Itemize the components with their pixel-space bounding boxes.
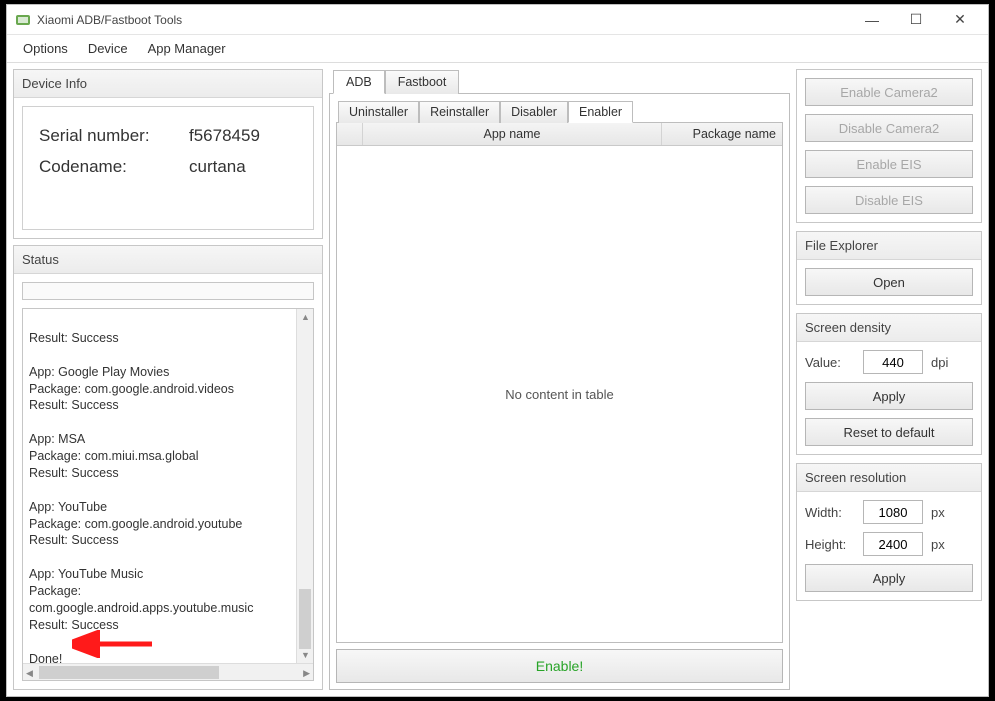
col-package-name[interactable]: Package name (662, 123, 782, 145)
log-scrollbar-vertical[interactable] (296, 309, 313, 663)
codename-value: curtana (189, 152, 246, 183)
tab-disabler[interactable]: Disabler (500, 101, 568, 123)
screen-resolution-panel: Screen resolution Width: px Height: px A… (796, 463, 982, 601)
close-button[interactable]: ✕ (938, 6, 982, 34)
tab-reinstaller[interactable]: Reinstaller (419, 101, 500, 123)
tab-adb[interactable]: ADB (333, 70, 385, 94)
status-log[interactable]: Result: Success App: Google Play Movies … (22, 308, 314, 681)
log-scrollbar-horizontal[interactable] (23, 663, 313, 680)
enable-camera2-button[interactable]: Enable Camera2 (805, 78, 973, 106)
tab-uninstaller[interactable]: Uninstaller (338, 101, 419, 123)
maximize-button[interactable]: ☐ (894, 6, 938, 34)
resolution-apply-button[interactable]: Apply (805, 564, 973, 592)
disable-eis-button[interactable]: Disable EIS (805, 186, 973, 214)
resolution-height-unit: px (931, 537, 945, 552)
title-bar: Xiaomi ADB/Fastboot Tools — ☐ ✕ (7, 5, 988, 35)
device-info-header: Device Info (14, 70, 322, 98)
density-value-label: Value: (805, 355, 855, 370)
enable-eis-button[interactable]: Enable EIS (805, 150, 973, 178)
density-reset-button[interactable]: Reset to default (805, 418, 973, 446)
col-app-name[interactable]: App name (363, 123, 662, 145)
menu-bar: Options Device App Manager (7, 35, 988, 63)
status-panel: Status Result: Success App: Google Play … (13, 245, 323, 690)
resolution-width-label: Width: (805, 505, 855, 520)
codename-label: Codename: (39, 152, 189, 183)
app-action-tabs: Uninstaller Reinstaller Disabler Enabler (336, 100, 783, 122)
status-header: Status (14, 246, 322, 274)
menu-device[interactable]: Device (78, 37, 138, 60)
device-info-panel: Device Info Serial number: f5678459 Code… (13, 69, 323, 239)
apps-table-empty: No content in table (337, 146, 782, 642)
density-value-input[interactable] (863, 350, 923, 374)
open-file-explorer-button[interactable]: Open (805, 268, 973, 296)
camera-panel: Enable Camera2 Disable Camera2 Enable EI… (796, 69, 982, 223)
enable-button[interactable]: Enable! (336, 649, 783, 683)
app-window: Xiaomi ADB/Fastboot Tools — ☐ ✕ Options … (6, 4, 989, 697)
screen-resolution-header: Screen resolution (797, 464, 981, 492)
serial-label: Serial number: (39, 121, 189, 152)
tab-enabler[interactable]: Enabler (568, 101, 633, 123)
mode-tabs: ADB Fastboot (329, 69, 790, 93)
screen-density-panel: Screen density Value: dpi Apply Reset to… (796, 313, 982, 455)
col-select[interactable] (337, 123, 363, 145)
file-explorer-panel: File Explorer Open (796, 231, 982, 305)
apps-table-header: App name Package name (337, 123, 782, 146)
tab-fastboot[interactable]: Fastboot (385, 70, 460, 94)
serial-value: f5678459 (189, 121, 260, 152)
density-apply-button[interactable]: Apply (805, 382, 973, 410)
app-icon (15, 12, 31, 28)
progress-bar (22, 282, 314, 300)
resolution-width-unit: px (931, 505, 945, 520)
minimize-button[interactable]: — (850, 6, 894, 34)
density-unit: dpi (931, 355, 948, 370)
screen-density-header: Screen density (797, 314, 981, 342)
status-log-text: Result: Success App: Google Play Movies … (29, 330, 307, 681)
resolution-height-input[interactable] (863, 532, 923, 556)
window-title: Xiaomi ADB/Fastboot Tools (37, 13, 182, 27)
menu-options[interactable]: Options (13, 37, 78, 60)
resolution-height-label: Height: (805, 537, 855, 552)
menu-app-manager[interactable]: App Manager (138, 37, 236, 60)
disable-camera2-button[interactable]: Disable Camera2 (805, 114, 973, 142)
file-explorer-header: File Explorer (797, 232, 981, 260)
resolution-width-input[interactable] (863, 500, 923, 524)
